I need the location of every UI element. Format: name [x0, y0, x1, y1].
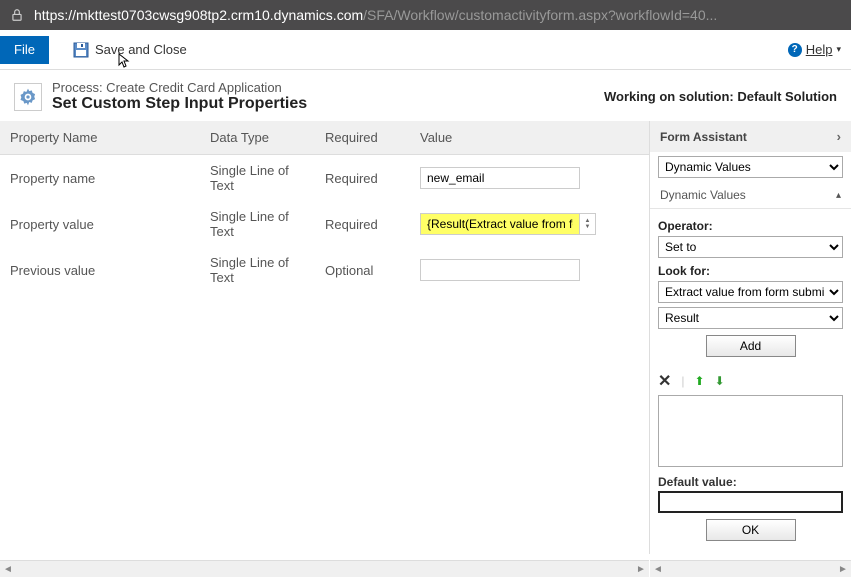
col-property-name[interactable]: Property Name	[0, 121, 200, 155]
dynamic-values-select[interactable]: Dynamic Values	[658, 156, 843, 178]
default-value-input[interactable]	[658, 491, 843, 513]
operator-select[interactable]: Set to	[658, 236, 843, 258]
ok-button[interactable]: OK	[706, 519, 796, 541]
right-scrollbar[interactable]: ◄ ►	[650, 560, 851, 577]
remove-icon[interactable]: ✕	[658, 371, 671, 391]
save-and-close-label: Save and Close	[95, 42, 187, 57]
prop-type: Single Line of Text	[200, 155, 315, 202]
table-row: Previous valueSingle Line of TextOptiona…	[0, 247, 649, 293]
prop-type: Single Line of Text	[200, 201, 315, 247]
prop-required: Optional	[315, 247, 410, 293]
col-value[interactable]: Value	[410, 121, 649, 155]
prop-required: Required	[315, 155, 410, 202]
url-text: https://mkttest0703cwsg908tp2.crm10.dyna…	[34, 7, 717, 23]
value-input[interactable]	[420, 213, 580, 235]
add-button[interactable]: Add	[706, 335, 796, 357]
scroll-right-icon[interactable]: ►	[633, 561, 649, 577]
save-and-close-button[interactable]: Save and Close	[67, 39, 193, 61]
process-name: Process: Create Credit Card Application	[52, 80, 594, 95]
help-icon: ?	[788, 43, 802, 57]
page-title: Set Custom Step Input Properties	[52, 95, 594, 113]
process-icon	[14, 83, 42, 111]
move-down-icon[interactable]: ⬇	[715, 374, 725, 388]
prop-name: Property value	[0, 201, 200, 247]
table-row: Property valueSingle Line of TextRequire…	[0, 201, 649, 247]
command-bar: File Save and Close ? Help ▾	[0, 30, 851, 70]
values-listbox[interactable]	[658, 395, 843, 467]
operator-label: Operator:	[658, 219, 843, 233]
solution-label: Working on solution: Default Solution	[604, 89, 837, 104]
form-assistant-panel: Form Assistant › Dynamic Values Dynamic …	[649, 121, 851, 554]
prop-name: Previous value	[0, 247, 200, 293]
left-scrollbar[interactable]: ◄ ►	[0, 560, 649, 577]
properties-table: Property Name Data Type Required Value P…	[0, 121, 649, 293]
scroll-right-icon[interactable]: ►	[835, 561, 851, 577]
dynamic-values-section[interactable]: Dynamic Values ▴	[650, 182, 851, 209]
lookfor-attribute-select[interactable]: Result	[658, 307, 843, 329]
default-value-label: Default value:	[650, 467, 851, 491]
table-row: Property nameSingle Line of TextRequired	[0, 155, 649, 202]
lookfor-entity-select[interactable]: Extract value from form submission	[658, 281, 843, 303]
help-menu[interactable]: ? Help ▾	[788, 42, 841, 57]
prop-required: Required	[315, 201, 410, 247]
move-up-icon[interactable]: ⬆	[695, 374, 705, 388]
save-icon	[73, 42, 89, 58]
page-header: Process: Create Credit Card Application …	[0, 70, 851, 121]
properties-panel: Property Name Data Type Required Value P…	[0, 121, 649, 554]
prop-name: Property name	[0, 155, 200, 202]
scroll-left-icon[interactable]: ◄	[0, 561, 16, 577]
spin-buttons[interactable]: ▲▼	[580, 213, 596, 235]
address-bar: https://mkttest0703cwsg908tp2.crm10.dyna…	[0, 0, 851, 30]
value-input[interactable]	[420, 167, 580, 189]
chevron-down-icon: ▾	[836, 44, 841, 55]
prop-type: Single Line of Text	[200, 247, 315, 293]
value-input[interactable]	[420, 259, 580, 281]
chevron-right-icon: ›	[837, 129, 841, 144]
collapse-icon: ▴	[836, 190, 841, 201]
lookfor-label: Look for:	[658, 264, 843, 278]
scroll-left-icon[interactable]: ◄	[650, 561, 666, 577]
file-menu-button[interactable]: File	[0, 36, 49, 64]
col-required[interactable]: Required	[315, 121, 410, 155]
help-label: Help	[806, 42, 833, 57]
lock-icon	[10, 8, 24, 22]
col-data-type[interactable]: Data Type	[200, 121, 315, 155]
form-assistant-header[interactable]: Form Assistant ›	[650, 121, 851, 152]
